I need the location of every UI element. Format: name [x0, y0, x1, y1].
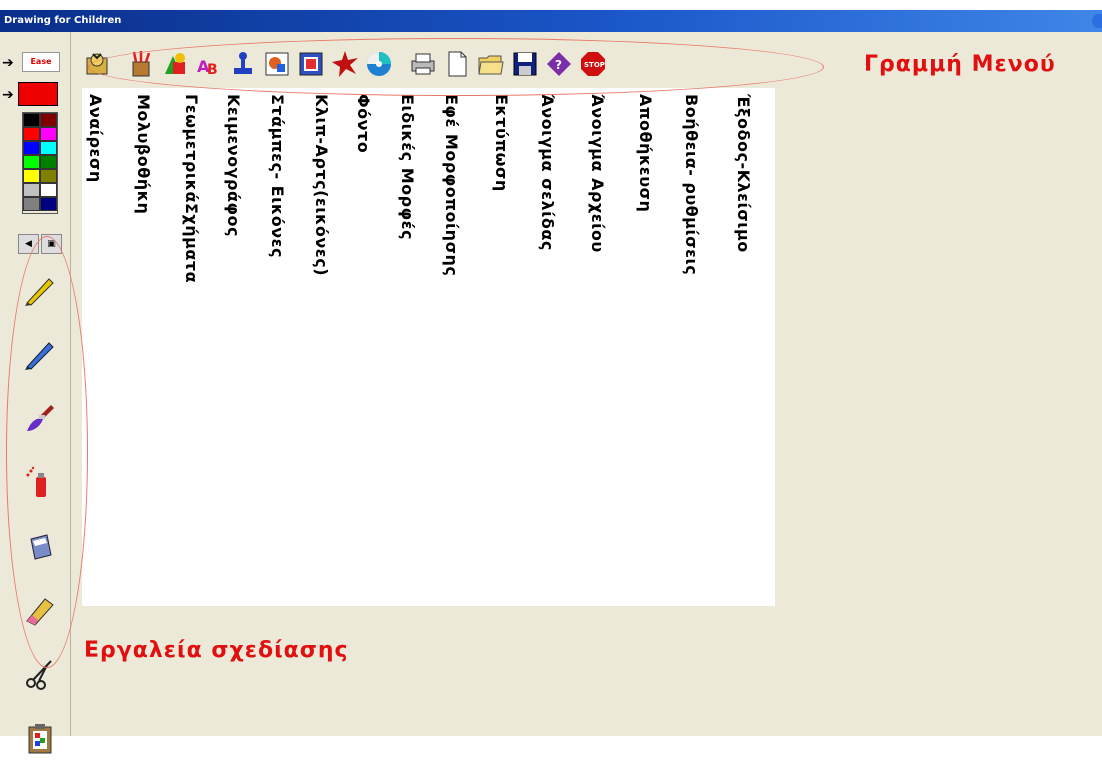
window-title: Drawing for Children — [4, 15, 122, 26]
drawing-canvas[interactable]: Αναίρεση Μολυβοθήκη ΓεωμετρικάΣχήματα Κε… — [82, 88, 775, 606]
current-color-swatch[interactable] — [18, 82, 58, 106]
label-text: Κειμενογράφος — [224, 94, 243, 237]
erase-button[interactable]: Ease — [22, 52, 60, 72]
palette-swatch[interactable] — [40, 141, 57, 155]
label-new-page: Άνοιγμα σελίδας — [538, 94, 557, 251]
palette-swatch[interactable] — [23, 169, 40, 183]
palette-swatch[interactable] — [23, 127, 40, 141]
tools-caption: Εργαλεία σχεδίασης — [84, 638, 349, 663]
palette-swatch[interactable] — [23, 183, 40, 197]
label-print: Εκτύπωση — [492, 94, 511, 192]
label-special-shapes: Ειδικές Μορφές — [398, 94, 417, 240]
toolbar-highlight-ellipse — [88, 38, 824, 96]
label-open-file: Άνοιγμα Αρχείου — [588, 94, 607, 253]
palette-swatch[interactable] — [40, 183, 57, 197]
palette-swatch[interactable] — [23, 155, 40, 169]
palette-swatch[interactable] — [23, 113, 40, 127]
title-bar: Drawing for Children — [0, 10, 1102, 32]
label-clipart: Κλιπ-Αρτς(εικόνες) — [312, 94, 331, 276]
label-background: Φόντο — [354, 94, 373, 154]
palette-swatch[interactable] — [40, 155, 57, 169]
window-control[interactable] — [1092, 14, 1102, 28]
clipboard-tool-icon[interactable] — [22, 716, 58, 760]
palette-swatch[interactable] — [40, 197, 57, 211]
palette-swatch[interactable] — [40, 169, 57, 183]
label-stamps: Στάμπες- Εικόνες — [268, 94, 287, 258]
arrow-icon: ➔ — [2, 55, 14, 71]
palette-swatch[interactable] — [23, 141, 40, 155]
label-shapes: ΓεωμετρικάΣχήματα — [182, 94, 201, 284]
toolbar-caption: Γραμμή Μενού — [864, 52, 1056, 77]
label-pencil-cup: Μολυβοθήκη — [134, 94, 153, 215]
arrow-icon: ➔ — [2, 87, 14, 103]
label-exit: Έξοδος-Κλείσιμο — [734, 94, 753, 253]
label-undo: Αναίρεση — [86, 94, 105, 183]
label-save: Αποθήκευση — [636, 94, 655, 213]
color-palette — [22, 112, 58, 214]
palette-swatch[interactable] — [40, 127, 57, 141]
tools-highlight-ellipse — [6, 236, 88, 668]
palette-swatch[interactable] — [23, 197, 40, 211]
label-effects: Εφέ Μορφοποίησης — [442, 94, 461, 277]
label-help: Βοήθεια- ρυθμίσεις — [682, 94, 701, 276]
palette-swatch[interactable] — [40, 113, 57, 127]
